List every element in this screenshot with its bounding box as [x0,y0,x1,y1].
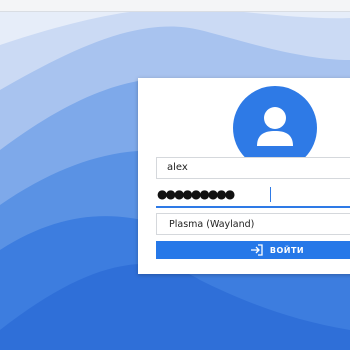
password-dots: ●●●●●●●●● [157,187,235,201]
password-field[interactable]: ●●●●●●●●● [156,182,350,208]
login-button[interactable]: ВОЙТИ [156,241,350,259]
username-value: alex [167,162,188,173]
login-card: alex ●●●●●●●●● Plasma (Wayland) ВОЙТИ [138,78,350,274]
session-select[interactable]: Plasma (Wayland) [156,213,350,235]
session-value: Plasma (Wayland) [169,219,255,230]
login-screen: alex ●●●●●●●●● Plasma (Wayland) ВОЙТИ [0,0,350,350]
top-bar [0,0,350,12]
login-arrow-icon [250,244,263,256]
login-button-label: ВОЙТИ [269,245,305,255]
text-caret [270,187,271,202]
username-field[interactable]: alex [156,157,350,179]
